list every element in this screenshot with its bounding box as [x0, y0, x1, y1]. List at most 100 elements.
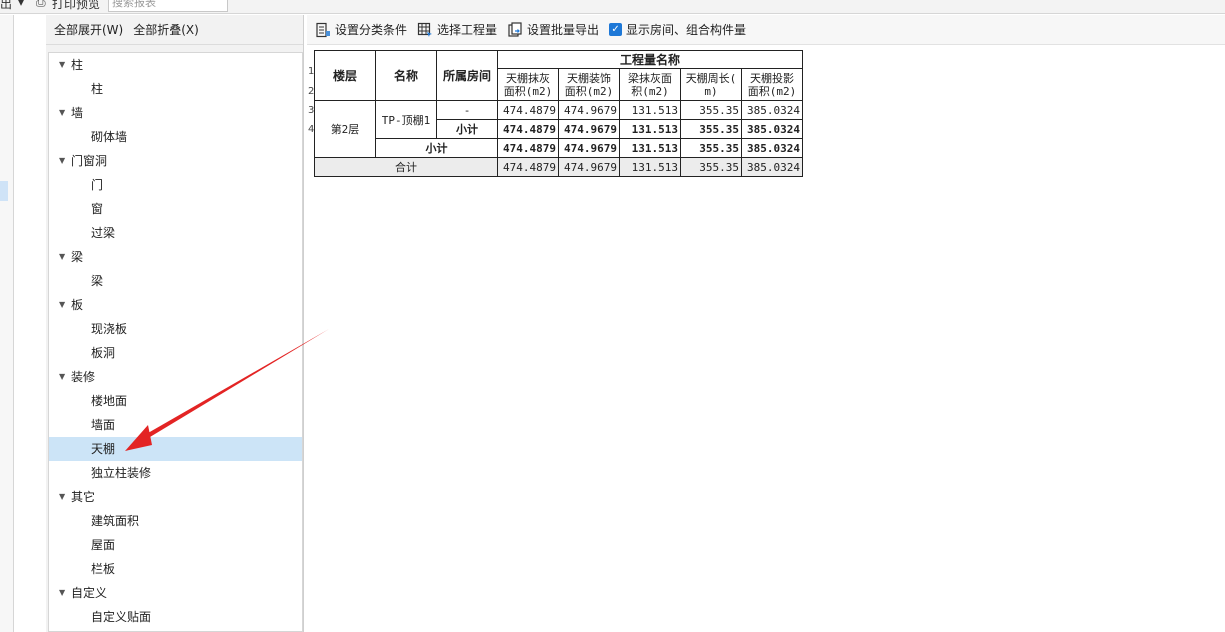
tree-item[interactable]: 独立柱装修	[49, 461, 302, 485]
tree-group[interactable]: ▼ 门窗洞	[49, 149, 302, 173]
caret-down-icon[interactable]: ▼	[59, 365, 65, 389]
select-quantity-button[interactable]: 选择工程量	[417, 21, 497, 38]
total-label: 合计	[314, 157, 498, 177]
tree-item[interactable]: 天棚	[49, 437, 302, 461]
value-cell: 385.0324	[741, 119, 803, 139]
value-cell: 474.4879	[497, 100, 559, 120]
tree-group[interactable]: ▼ 板	[49, 293, 302, 317]
tree-item[interactable]: 墙面	[49, 413, 302, 437]
tree-label: 墙	[71, 106, 84, 120]
tree-group[interactable]: ▼ 梁	[49, 245, 302, 269]
report-search-input[interactable]: 搜索报表	[108, 0, 228, 12]
quantity-header-line: 梁抹灰面	[628, 71, 672, 85]
value-cell: 355.35	[680, 119, 742, 139]
value-cell: 474.9679	[558, 157, 620, 177]
top-toolbar: 出 ▾ ⎙ 打印预览 搜索报表	[0, 0, 1225, 14]
toolbar-left-label[interactable]: 出	[0, 0, 12, 12]
tree-item[interactable]: 柱	[49, 77, 302, 101]
value-cell: 474.4879	[497, 119, 559, 139]
value-cell: 131.513	[619, 138, 681, 158]
print-preview-icon[interactable]: ⎙	[36, 0, 46, 10]
tree-item[interactable]: 屋面	[49, 533, 302, 557]
tree-group[interactable]: ▼ 其它	[49, 485, 302, 509]
batch-export-button[interactable]: 设置批量导出	[507, 21, 599, 38]
report-toolbar: 设置分类条件 选择工程量 设置批量导出 ✓ 显示房间、组合构件量	[307, 15, 1225, 45]
caret-down-icon[interactable]: ▼	[59, 293, 65, 317]
header-name: 名称	[375, 50, 437, 101]
tree-item[interactable]: 板洞	[49, 341, 302, 365]
tree-item[interactable]: 现浇板	[49, 317, 302, 341]
tree-label: 门	[91, 178, 104, 192]
chevron-down-icon[interactable]: ▾	[18, 0, 24, 9]
left-nav-selected-item[interactable]	[0, 181, 8, 201]
checkbox-checked-icon[interactable]: ✓	[609, 23, 623, 36]
tree-group[interactable]: ▼ 装修	[49, 365, 302, 389]
show-room-label: 显示房间、组合构件量	[626, 23, 747, 37]
tree-item[interactable]: 建筑面积	[49, 509, 302, 533]
value-cell: 385.0324	[741, 138, 803, 158]
tree-label: 梁	[71, 250, 84, 264]
quantity-header-line: 面积(m2)	[747, 84, 797, 98]
tree-item[interactable]: 栏板	[49, 557, 302, 581]
quantity-header: 天棚抹灰 面积(m2)	[497, 68, 559, 101]
value-cell: 385.0324	[741, 157, 803, 177]
subtotal-label: 小计	[436, 119, 498, 139]
show-room-checkbox[interactable]: ✓ 显示房间、组合构件量	[609, 21, 746, 38]
quantity-header-line: 天棚抹灰	[506, 71, 550, 85]
header-floor: 楼层	[314, 50, 376, 101]
quantity-header-line: 天棚周长(	[685, 71, 737, 85]
tree-item[interactable]: 砌体墙	[49, 125, 302, 149]
caret-down-icon[interactable]: ▼	[59, 101, 65, 125]
value-cell: 474.4879	[497, 138, 559, 158]
value-cell: 131.513	[619, 157, 681, 177]
tree-label: 栏板	[91, 562, 116, 576]
caret-down-icon[interactable]: ▼	[59, 53, 65, 77]
tree-group[interactable]: ▼ 自定义	[49, 581, 302, 605]
caret-down-icon[interactable]: ▼	[59, 245, 65, 269]
tree-label: 梁	[91, 274, 104, 288]
caret-down-icon[interactable]: ▼	[59, 485, 65, 509]
tree-label: 自定义贴面	[91, 610, 152, 624]
caret-down-icon[interactable]: ▼	[59, 149, 65, 173]
tree-toolbar: 全部展开(W) 全部折叠(X)	[46, 15, 303, 45]
tree-label: 砌体墙	[91, 130, 128, 144]
tree-item[interactable]: 窗	[49, 197, 302, 221]
value-cell: 474.9679	[558, 119, 620, 139]
tree-group[interactable]: ▼ 墙	[49, 101, 302, 125]
table-row: 合计 474.4879 474.9679 131.513 355.35 385.…	[314, 157, 803, 177]
expand-all-button[interactable]: 全部展开(W)	[54, 21, 123, 38]
tree-item[interactable]: 过梁	[49, 221, 302, 245]
table-row: 小计 474.4879 474.9679 131.513 355.35 385.…	[315, 138, 803, 158]
tree-item[interactable]: 自定义贴面	[49, 605, 302, 629]
batch-export-label: 设置批量导出	[527, 23, 600, 37]
tree-label: 屋面	[91, 538, 116, 552]
quantity-header-line: 积(m2)	[631, 84, 669, 98]
classify-icon	[316, 22, 330, 37]
name-cell: TP-顶棚1	[375, 100, 437, 139]
tree-label: 门窗洞	[71, 154, 108, 168]
quantity-header: 天棚投影 面积(m2)	[741, 68, 803, 101]
value-cell: 131.513	[619, 119, 681, 139]
print-preview-button[interactable]: 打印预览	[52, 0, 100, 12]
tree-item[interactable]: 梁	[49, 269, 302, 293]
left-nav-strip	[0, 15, 14, 632]
floor-subtotal-label: 小计	[375, 138, 498, 158]
quantity-header: 天棚周长(m)	[680, 68, 742, 101]
tree-item[interactable]: 门	[49, 173, 302, 197]
tree-group[interactable]: ▼ 柱	[49, 53, 302, 77]
set-classify-button[interactable]: 设置分类条件	[315, 21, 407, 38]
value-cell: 355.35	[680, 138, 742, 158]
tree-label: 现浇板	[91, 322, 128, 336]
value-cell: 385.0324	[741, 100, 803, 120]
tree-label: 天棚	[91, 442, 116, 456]
quantity-header-line: 天棚投影	[750, 71, 794, 85]
table-row: 第2层 TP-顶棚1 - 474.4879 474.9679 131.513 3…	[314, 100, 803, 158]
value-cell: 355.35	[680, 100, 742, 120]
collapse-all-button[interactable]: 全部折叠(X)	[133, 21, 199, 38]
tree-label: 装修	[71, 370, 96, 384]
caret-down-icon[interactable]: ▼	[59, 581, 65, 605]
quantity-header-line: m)	[704, 84, 718, 98]
tree-item[interactable]: 楼地面	[49, 389, 302, 413]
tree-label: 柱	[71, 58, 84, 72]
select-quantity-label: 选择工程量	[437, 23, 498, 37]
